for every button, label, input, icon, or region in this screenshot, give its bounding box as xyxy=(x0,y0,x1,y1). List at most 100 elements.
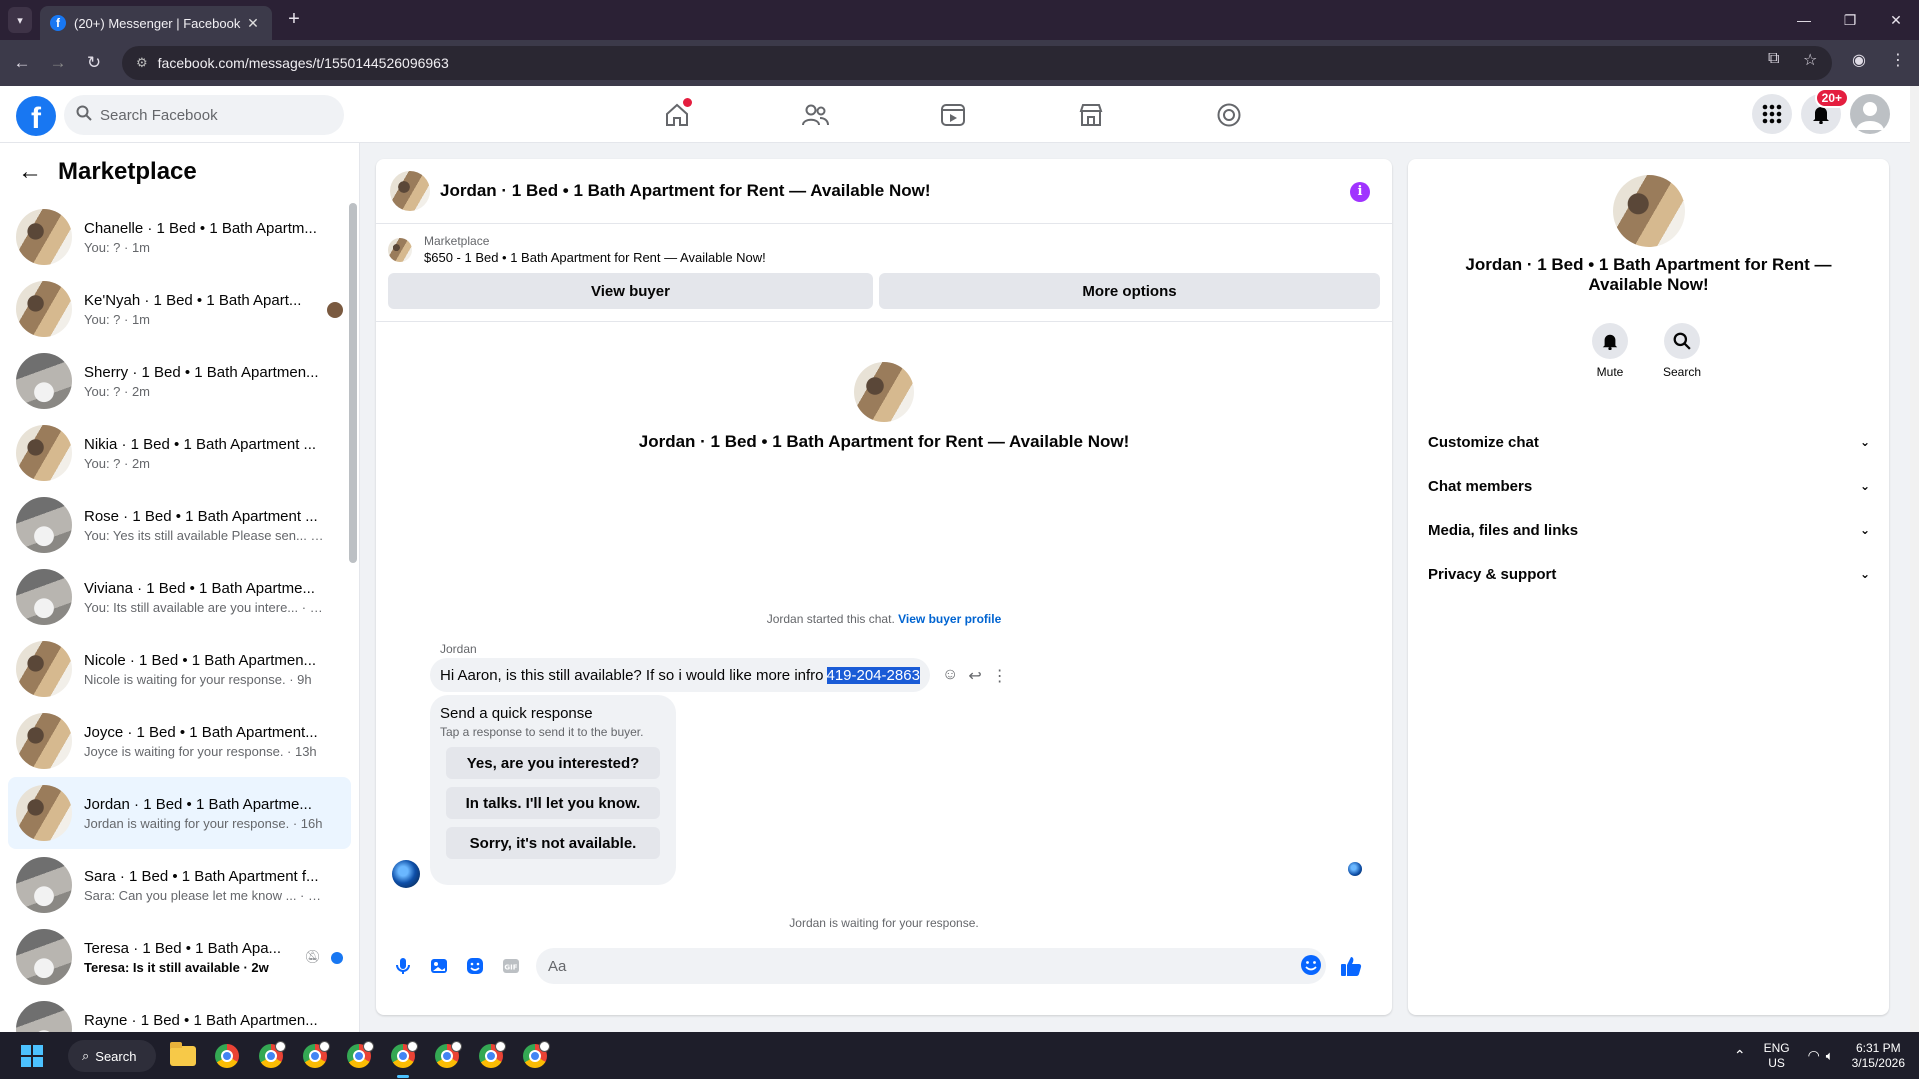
conversation-avatar xyxy=(16,209,72,265)
chat-header-avatar[interactable] xyxy=(390,171,430,211)
message-sender-name: Jordan xyxy=(440,642,477,656)
conversation-item[interactable]: Teresa · 1 Bed • 1 Bath Apa... Teresa: Is… xyxy=(8,921,351,993)
facebook-logo-icon[interactable]: f xyxy=(16,96,56,136)
account-avatar[interactable] xyxy=(1850,94,1890,134)
back-arrow-icon[interactable]: ← xyxy=(18,158,42,186)
view-buyer-profile-link[interactable]: View buyer profile xyxy=(898,612,1001,626)
more-actions-icon[interactable]: ⋮ xyxy=(992,666,1008,686)
browser-menu-icon[interactable]: ⋮ xyxy=(1890,50,1906,70)
info-icon[interactable]: i xyxy=(1350,182,1370,202)
minimize-icon[interactable]: — xyxy=(1781,0,1827,40)
chrome-profile-icon[interactable] xyxy=(476,1041,506,1071)
nav-video-icon[interactable] xyxy=(938,100,968,130)
gif-icon[interactable]: GIF xyxy=(496,951,526,981)
conversation-item[interactable]: Sara · 1 Bed • 1 Bath Apartment f... Sara… xyxy=(8,849,351,921)
quick-reply-not-available-button[interactable]: Sorry, it's not available. xyxy=(446,827,660,859)
nav-friends-icon[interactable] xyxy=(800,100,830,130)
notifications-bell-icon[interactable]: 20+ xyxy=(1801,88,1849,134)
react-emoji-icon[interactable]: ☺ xyxy=(942,666,958,686)
back-arrow-icon[interactable]: ← xyxy=(10,51,34,75)
scrollbar-thumb[interactable] xyxy=(349,203,357,563)
sticker-icon[interactable] xyxy=(460,951,490,981)
section-label: Customize chat xyxy=(1428,433,1539,451)
quick-reply-yes-button[interactable]: Yes, are you interested? xyxy=(446,747,660,779)
windows-taskbar: ⌕ Search ⌃ ENG US ◠ 🔈︎ 6:31 PM 3/15/2026 xyxy=(0,1032,1919,1079)
conversation-item[interactable]: Nicole · 1 Bed • 1 Bath Apartmen... Nicol… xyxy=(8,633,351,705)
conversation-item[interactable]: Jordan · 1 Bed • 1 Bath Apartme... Jordan… xyxy=(8,777,351,849)
taskbar-search-button[interactable]: ⌕ Search xyxy=(68,1040,156,1072)
chrome-profile-icon-active[interactable] xyxy=(388,1041,418,1078)
install-app-icon[interactable]: ⧉ xyxy=(1768,50,1779,68)
conversation-text: Rose · 1 Bed • 1 Bath Apartment ... You: … xyxy=(84,508,324,543)
listing-price-title[interactable]: $650 - 1 Bed • 1 Bath Apartment for Rent… xyxy=(424,250,766,265)
conversation-text: Joyce · 1 Bed • 1 Bath Apartment... Joyce… xyxy=(84,724,324,759)
microphone-icon[interactable] xyxy=(388,951,418,981)
conversation-item[interactable]: Joyce · 1 Bed • 1 Bath Apartment... Joyce… xyxy=(8,705,351,777)
conversation-item[interactable]: Chanelle · 1 Bed • 1 Bath Apartm... You: … xyxy=(8,201,351,273)
conversation-avatar xyxy=(16,281,72,337)
chrome-profile-icon[interactable] xyxy=(300,1041,330,1071)
search-in-chat-action[interactable]: Search xyxy=(1652,323,1712,379)
like-thumbs-up-icon[interactable] xyxy=(1336,951,1366,981)
view-buyer-button[interactable]: View buyer xyxy=(388,273,874,309)
conversation-item[interactable]: Rayne · 1 Bed • 1 Bath Apartmen...Rayne … xyxy=(8,993,351,1032)
tab-close-icon[interactable]: ✕ xyxy=(244,15,262,32)
chrome-icon[interactable] xyxy=(212,1041,242,1071)
volume-icon[interactable]: 🔈︎ xyxy=(1826,1048,1834,1064)
message-input[interactable]: Aa xyxy=(536,948,1326,984)
windows-start-icon[interactable] xyxy=(21,1045,43,1067)
file-explorer-icon[interactable] xyxy=(168,1041,198,1071)
quick-reply-in-talks-button[interactable]: In talks. I'll let you know. xyxy=(446,787,660,819)
reply-icon[interactable]: ↩ xyxy=(968,666,981,686)
conversation-item[interactable]: Sherry · 1 Bed • 1 Bath Apartmen... You: … xyxy=(8,345,351,417)
details-avatar[interactable] xyxy=(1613,175,1685,247)
emoji-icon[interactable] xyxy=(1300,954,1322,980)
chrome-profile-icon[interactable] xyxy=(520,1041,550,1071)
message-input-placeholder: Aa xyxy=(548,957,567,975)
photo-icon[interactable] xyxy=(424,951,454,981)
address-bar[interactable]: ⚙ facebook.com/messages/t/15501445260969… xyxy=(122,46,1832,80)
nav-marketplace-icon[interactable] xyxy=(1076,100,1106,130)
wifi-icon[interactable]: ◠ xyxy=(1808,1047,1820,1064)
chrome-profile-icon[interactable] xyxy=(256,1041,286,1071)
profile-icon[interactable]: ◉ xyxy=(1852,50,1866,70)
chrome-profile-icon[interactable] xyxy=(432,1041,462,1071)
nav-gaming-icon[interactable] xyxy=(1214,100,1244,130)
window-close-icon[interactable]: ✕ xyxy=(1873,0,1919,40)
browser-tab-active[interactable]: f (20+) Messenger | Facebook ✕ xyxy=(40,6,272,40)
mute-action[interactable]: Mute xyxy=(1580,323,1640,379)
browser-toolbar: ← → ↻ ⚙ facebook.com/messages/t/15501445… xyxy=(0,40,1919,86)
chrome-profile-icon[interactable] xyxy=(344,1041,374,1071)
new-tab-plus-icon[interactable]: + xyxy=(282,8,306,32)
conversation-list-scrollbar[interactable] xyxy=(349,193,357,1023)
forward-arrow-icon[interactable]: → xyxy=(46,51,70,75)
message-bubble[interactable]: Hi Aaron, is this still available? If so… xyxy=(430,658,930,692)
more-options-button[interactable]: More options xyxy=(879,273,1380,309)
conversation-preview: Nicole is waiting for your response. · 9… xyxy=(84,671,312,687)
chat-members-row[interactable]: Chat members ⌄ xyxy=(1424,464,1874,508)
conversation-item[interactable]: Viviana · 1 Bed • 1 Bath Apartme... You: … xyxy=(8,561,351,633)
tab-search-dropdown-icon[interactable]: ▾ xyxy=(8,7,32,33)
message-phone-selected[interactable]: 419-204-2863 xyxy=(826,666,920,684)
menu-grid-icon[interactable] xyxy=(1752,94,1792,134)
tray-chevron-up-icon[interactable]: ⌃ xyxy=(1734,1047,1746,1064)
conversation-item[interactable]: Nikia · 1 Bed • 1 Bath Apartment ... You:… xyxy=(8,417,351,489)
restore-icon[interactable]: ❐ xyxy=(1827,0,1873,40)
conversation-item[interactable]: Ke'Nyah · 1 Bed • 1 Bath Apart... You: ? … xyxy=(8,273,351,345)
chat-title[interactable]: Jordan · 1 Bed • 1 Bath Apartment for Re… xyxy=(440,181,931,201)
customize-chat-row[interactable]: Customize chat ⌄ xyxy=(1424,420,1874,464)
conversation-avatar xyxy=(16,1001,72,1032)
privacy-support-row[interactable]: Privacy & support ⌄ xyxy=(1424,552,1874,596)
clock[interactable]: 6:31 PM 3/15/2026 xyxy=(1852,1041,1905,1071)
nav-home-icon[interactable] xyxy=(662,98,692,130)
bookmark-star-icon[interactable]: ☆ xyxy=(1803,50,1817,70)
media-files-links-row[interactable]: Media, files and links ⌄ xyxy=(1424,508,1874,552)
facebook-search-input[interactable]: Search Facebook xyxy=(64,95,344,135)
reload-icon[interactable]: ↻ xyxy=(82,51,106,75)
listing-thumbnail[interactable] xyxy=(388,237,412,262)
language-indicator[interactable]: ENG US xyxy=(1764,1041,1790,1071)
page-scrollbar[interactable] xyxy=(1910,86,1919,1032)
site-info-icon[interactable]: ⚙ xyxy=(136,55,148,71)
conversation-item[interactable]: Rose · 1 Bed • 1 Bath Apartment ... You: … xyxy=(8,489,351,561)
sender-avatar[interactable] xyxy=(392,860,420,888)
